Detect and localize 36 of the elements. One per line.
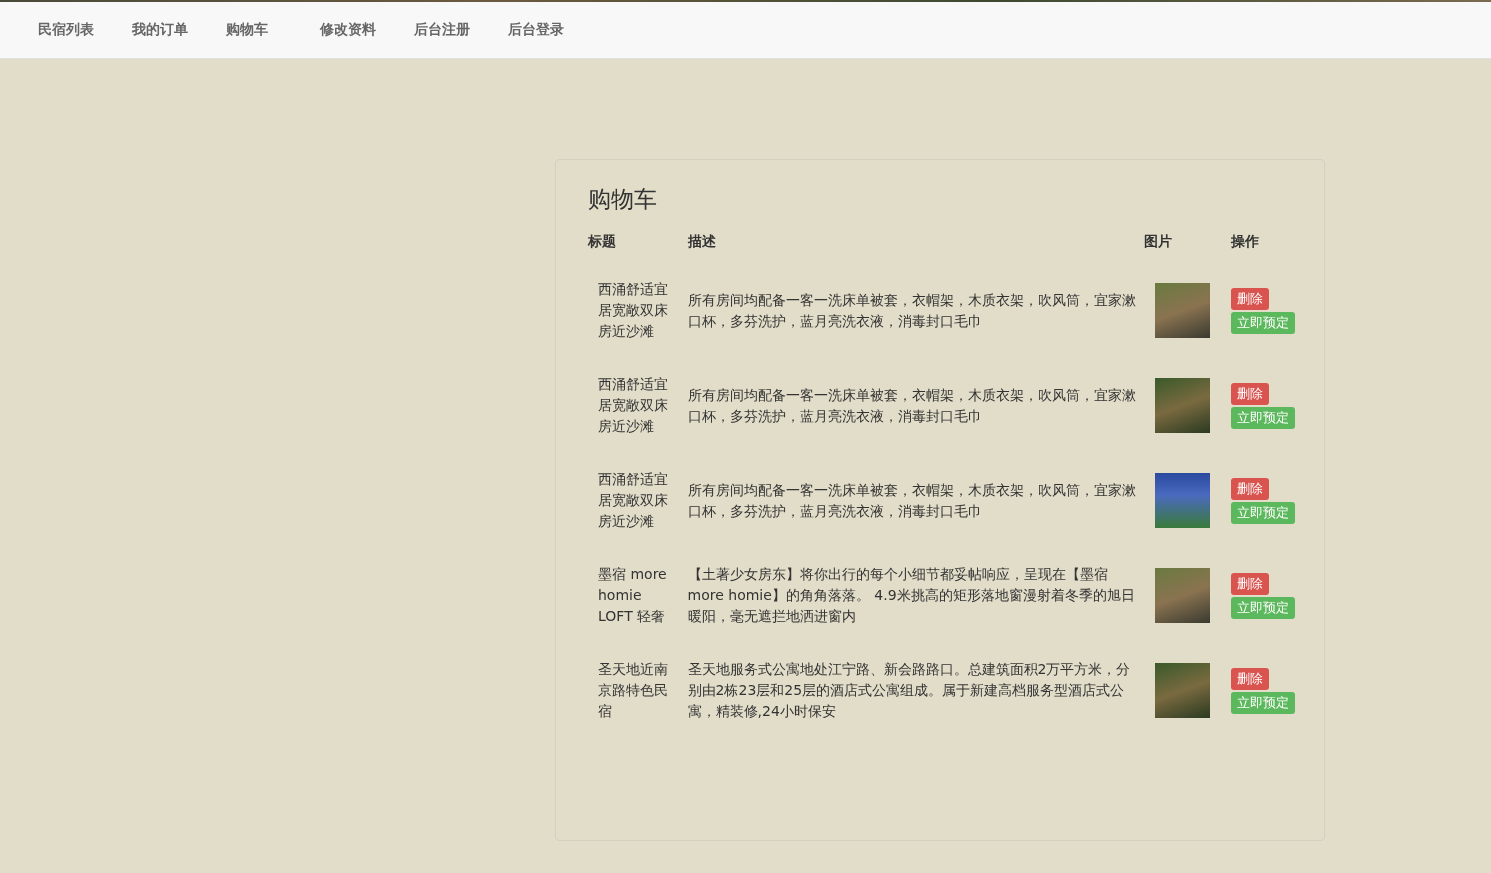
nav-link[interactable]: 后台注册 (414, 21, 470, 39)
photo-placeholder (1155, 663, 1211, 718)
room-title: 西涌舒适宜居宽敞双床房近沙滩 (597, 470, 669, 531)
nav-link[interactable]: 购物车 (226, 21, 268, 39)
room-description: 圣天地服务式公寓地处江宁路、新会路路口。总建筑面积2万平方米，分别由2栋23层和25层的酒店式公寓组成。属于新建高档服务型酒店式公寓，精装修,24小时保安 (687, 660, 1132, 721)
room-description: 【土著少女房东】将你出行的每个小细节都妥帖响应，呈现在【墨宿 more homie】的角角落落。 4.9米挑高的矩形落地窗漫射着冬季的旭日暖阳，毫无遮拦地洒进窗内 (687, 565, 1136, 626)
column-header: 操作 (1230, 233, 1260, 251)
book-button[interactable]: 立即预定 (1230, 501, 1295, 524)
book-button[interactable]: 立即预定 (1230, 596, 1295, 619)
delete-button[interactable]: 删除 (1230, 382, 1269, 405)
column-header: 标题 (588, 233, 688, 267)
photo-placeholder (1155, 283, 1211, 338)
column-header: 图片 (1144, 233, 1231, 267)
delete-button[interactable]: 删除 (1230, 667, 1269, 690)
nav-link[interactable]: 民宿列表 (38, 21, 94, 39)
delete-button[interactable]: 删除 (1230, 477, 1269, 500)
room-title: 墨宿 more homie LOFT 轻奢 (597, 565, 668, 626)
room-title: 西涌舒适宜居宽敞双床房近沙滩 (597, 375, 669, 436)
photo-placeholder (1155, 568, 1211, 623)
room-title: 西涌舒适宜居宽敞双床房近沙滩 (597, 280, 669, 341)
book-button[interactable]: 立即预定 (1230, 691, 1295, 714)
photo-placeholder (1155, 378, 1211, 433)
panel-title: 购物车 (588, 185, 658, 214)
nav-link[interactable]: 我的订单 (132, 21, 188, 39)
nav-link[interactable]: 修改资料 (320, 21, 376, 39)
room-description: 所有房间均配备一客一洗床单被套，衣帽架，木质衣架，吹风筒，宜家漱口杯，多芬洗护，蓝月亮洗衣液，消毒封口毛巾 (687, 290, 1137, 331)
column-header: 描述 (687, 233, 1145, 267)
nav-link[interactable]: 后台登录 (508, 21, 564, 39)
delete-button[interactable]: 删除 (1230, 287, 1269, 310)
room-description: 所有房间均配备一客一洗床单被套，衣帽架，木质衣架，吹风筒，宜家漱口杯，多芬洗护，蓝月亮洗衣液，消毒封口毛巾 (687, 480, 1137, 521)
book-button[interactable]: 立即预定 (1230, 406, 1295, 429)
book-button[interactable]: 立即预定 (1230, 311, 1295, 334)
room-description: 所有房间均配备一客一洗床单被套，衣帽架，木质衣架，吹风筒，宜家漱口杯，多芬洗护，蓝月亮洗衣液，消毒封口毛巾 (687, 385, 1137, 426)
room-title: 圣天地近南京路特色民宿 (597, 660, 669, 721)
delete-button[interactable]: 删除 (1230, 572, 1269, 595)
photo-placeholder (1155, 473, 1211, 528)
